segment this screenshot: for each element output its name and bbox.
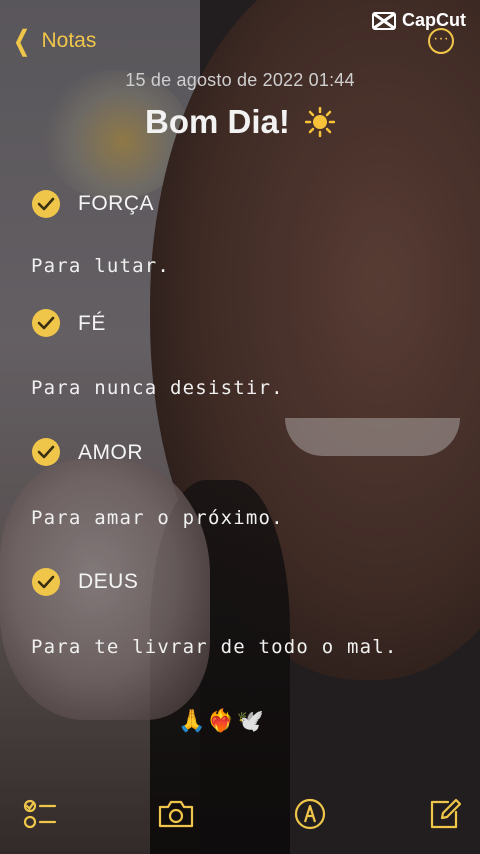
checked-checkbox[interactable] — [32, 309, 60, 337]
capcut-logo-icon — [372, 11, 396, 30]
compose-icon[interactable] — [428, 798, 462, 830]
note-line: Para nunca desistir. — [31, 377, 284, 399]
note-line: Para lutar. — [31, 255, 171, 277]
checkmark-icon — [37, 445, 55, 459]
camera-icon[interactable] — [157, 798, 195, 830]
checkmark-icon — [37, 575, 55, 589]
sun-icon — [305, 107, 335, 137]
checklist-label: FORÇA — [78, 192, 154, 215]
note-date: 15 de agosto de 2022 01:44 — [125, 70, 355, 90]
checklist-icon[interactable] — [22, 798, 58, 830]
chevron-left-icon: ❮ — [12, 25, 31, 56]
back-button[interactable]: ❮ Notas — [10, 27, 96, 55]
markup-pen-icon[interactable] — [294, 798, 326, 830]
ellipsis-icon: ··· — [433, 30, 449, 47]
checklist-label: DEUS — [78, 570, 139, 593]
checklist-label: AMOR — [78, 441, 143, 464]
emoji-line: 🙏❤️‍🔥🕊️ — [178, 708, 267, 733]
checkmark-icon — [37, 197, 55, 211]
navigation-bar: ❮ Notas CapCut ··· — [0, 0, 480, 70]
note-line: Para amar o próximo. — [31, 507, 284, 529]
capcut-watermark: CapCut — [372, 10, 466, 31]
note-line: Para te livrar de todo o mal. — [31, 636, 398, 658]
brand-label: CapCut — [402, 10, 466, 30]
checked-checkbox[interactable] — [32, 190, 60, 218]
checkmark-icon — [37, 316, 55, 330]
bottom-toolbar — [0, 790, 480, 840]
back-label: Notas — [41, 29, 97, 52]
checklist-label: FÉ — [78, 312, 106, 335]
note-title-text: Bom Dia! — [144, 103, 290, 140]
more-options-button[interactable]: ··· — [428, 28, 454, 54]
checked-checkbox[interactable] — [32, 568, 60, 596]
checked-checkbox[interactable] — [32, 438, 60, 466]
note-title: Bom Dia! — [0, 103, 480, 141]
